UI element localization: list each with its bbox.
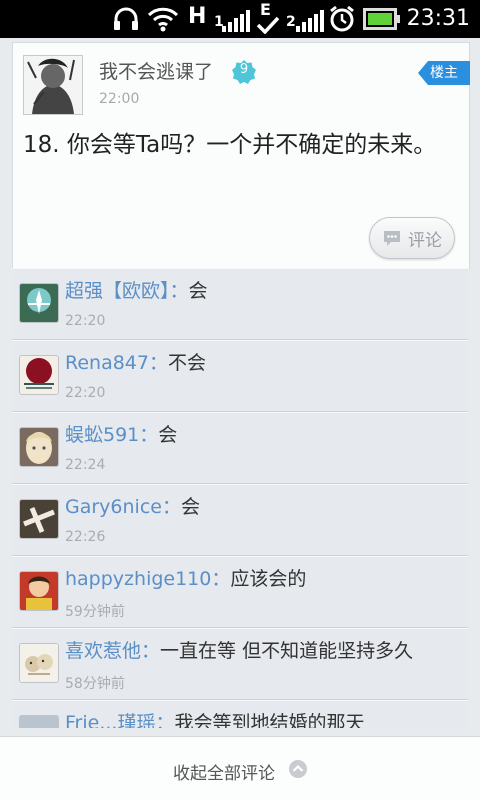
comment-text: 不会 bbox=[168, 352, 207, 374]
sim2-label: 2 bbox=[286, 14, 296, 30]
avatar[interactable] bbox=[23, 55, 83, 115]
comment-time: 22:24 bbox=[65, 457, 106, 473]
comment-time: 22:26 bbox=[65, 529, 106, 545]
comment-text: 一直在等 但不知道能坚持多久 bbox=[160, 640, 414, 662]
post-time: 22:00 bbox=[99, 91, 140, 107]
comment-separator: ： bbox=[139, 424, 159, 446]
comment-separator: ： bbox=[149, 352, 169, 374]
comment-item[interactable]: 蜈蚣591：会 22:24 bbox=[12, 412, 468, 484]
comment-avatar[interactable] bbox=[19, 355, 59, 395]
level-badge: 9 bbox=[232, 60, 256, 84]
comment-item[interactable]: Frie...瑾瑶：我会等到地结婚的那天 bbox=[12, 700, 468, 728]
comment-time: 59分钟前 bbox=[65, 604, 125, 620]
comment-separator: ： bbox=[211, 568, 231, 590]
owner-badge: 楼主 bbox=[418, 61, 470, 85]
level-number: 9 bbox=[239, 62, 249, 77]
wifi-icon bbox=[146, 4, 180, 34]
comment-line: Gary6nice：会 bbox=[65, 495, 200, 519]
comment-text: 我会等到地结婚的那天 bbox=[174, 712, 365, 728]
comment-author[interactable]: 蜈蚣591 bbox=[65, 424, 139, 446]
comment-separator: ： bbox=[169, 280, 189, 302]
comment-avatar[interactable] bbox=[19, 283, 59, 323]
comment-author[interactable]: Frie...瑾瑶 bbox=[65, 712, 155, 728]
battery-icon bbox=[362, 4, 402, 34]
post-card: 我不会逃课了 9 22:00 楼主 18. 你会等Ta吗？一个并不确定的未来。 … bbox=[12, 42, 470, 269]
comment-avatar[interactable] bbox=[19, 427, 59, 467]
post-text: 18. 你会等Ta吗？一个并不确定的未来。 bbox=[23, 132, 437, 158]
comment-line: Rena847：不会 bbox=[65, 351, 206, 375]
comment-item[interactable]: Rena847：不会 22:20 bbox=[12, 340, 468, 412]
comment-button[interactable]: 评论 bbox=[369, 217, 455, 259]
comment-button-label: 评论 bbox=[408, 231, 442, 251]
status-bar: H 1 E 2 23:31 bbox=[0, 0, 480, 38]
comment-author[interactable]: 喜欢惹他 bbox=[65, 640, 141, 662]
comment-list[interactable]: 超强【欧欧】：会 22:20 Rena847：不会 22:20 蜈蚣591：会 … bbox=[12, 268, 468, 728]
signal-h-icon: H 1 bbox=[186, 4, 252, 34]
comment-line: 喜欢惹他：一直在等 但不知道能坚持多久 bbox=[65, 639, 413, 663]
network-h-label: H bbox=[188, 4, 207, 29]
comment-author[interactable]: 超强【欧欧】 bbox=[65, 280, 170, 302]
comment-item[interactable]: 超强【欧欧】：会 22:20 bbox=[12, 268, 468, 340]
comment-text: 会 bbox=[180, 496, 200, 518]
comment-time: 58分钟前 bbox=[65, 676, 125, 692]
comment-author[interactable]: Rena847 bbox=[65, 352, 149, 374]
comment-item[interactable]: 喜欢惹他：一直在等 但不知道能坚持多久 58分钟前 bbox=[12, 628, 468, 700]
signal-e-icon: E 2 bbox=[256, 0, 326, 34]
status-time: 23:31 bbox=[406, 6, 470, 31]
alarm-icon bbox=[328, 4, 356, 34]
comment-line: 超强【欧欧】：会 bbox=[65, 279, 208, 303]
comment-time: 22:20 bbox=[65, 385, 106, 401]
headset-icon bbox=[112, 4, 140, 34]
comment-avatar[interactable] bbox=[19, 499, 59, 539]
thread-content[interactable]: 我不会逃课了 9 22:00 楼主 18. 你会等Ta吗？一个并不确定的未来。 … bbox=[0, 38, 480, 736]
comment-line: happyzhige110：应该会的 bbox=[65, 567, 306, 591]
comment-author[interactable]: happyzhige110 bbox=[65, 568, 211, 590]
comment-text: 会 bbox=[188, 280, 208, 302]
comment-avatar[interactable] bbox=[19, 571, 59, 611]
chevron-up-icon[interactable] bbox=[288, 759, 308, 779]
comment-text: 会 bbox=[158, 424, 178, 446]
comment-line: Frie...瑾瑶：我会等到地结婚的那天 bbox=[65, 711, 364, 728]
collapse-comments-bar[interactable]: 收起全部评论 bbox=[0, 736, 480, 801]
comment-time: 22:20 bbox=[65, 313, 106, 329]
comment-item[interactable]: happyzhige110：应该会的 59分钟前 bbox=[12, 556, 468, 628]
post-username[interactable]: 我不会逃课了 bbox=[99, 57, 213, 84]
speech-bubble-icon bbox=[382, 228, 402, 248]
comment-author[interactable]: Gary6nice bbox=[65, 496, 162, 518]
comment-line: 蜈蚣591：会 bbox=[65, 423, 177, 447]
collapse-all-comments-label[interactable]: 收起全部评论 bbox=[173, 759, 275, 784]
comment-item[interactable]: Gary6nice：会 22:26 bbox=[12, 484, 468, 556]
comment-separator: ： bbox=[155, 712, 175, 728]
comment-separator: ： bbox=[161, 496, 181, 518]
comment-avatar[interactable] bbox=[19, 643, 59, 683]
comment-text: 应该会的 bbox=[230, 568, 307, 590]
comment-avatar[interactable] bbox=[19, 715, 59, 728]
comment-separator: ： bbox=[141, 640, 161, 662]
